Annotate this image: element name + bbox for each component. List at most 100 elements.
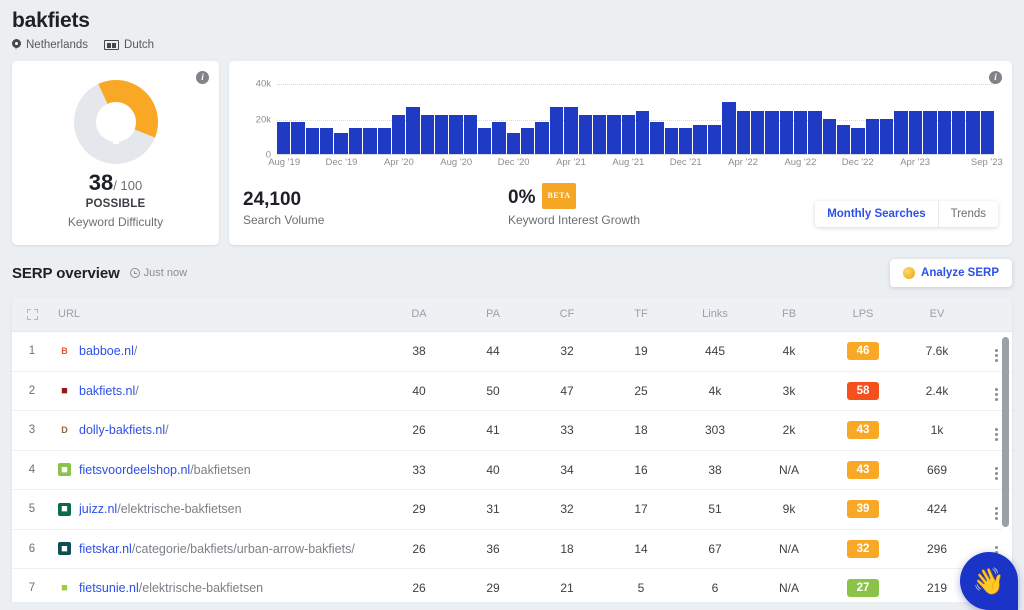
header-tf[interactable]: TF <box>604 297 678 332</box>
chart-bar[interactable] <box>291 122 304 154</box>
chart-bar[interactable] <box>808 111 821 154</box>
chart-bar[interactable] <box>909 111 922 154</box>
chart-bar[interactable] <box>363 128 376 154</box>
chart-bar[interactable] <box>952 111 965 154</box>
chart-bar[interactable] <box>334 133 347 154</box>
header-da[interactable]: DA <box>382 297 456 332</box>
url-link[interactable]: bakfiets.nl/ <box>79 384 139 398</box>
cell-url[interactable]: ■bakfiets.nl/ <box>52 371 382 411</box>
chart-bar[interactable] <box>392 115 405 154</box>
chart-bar[interactable] <box>708 125 721 154</box>
row-menu-icon[interactable] <box>995 507 998 520</box>
chart-bar[interactable] <box>938 111 951 154</box>
url-link[interactable]: juizz.nl/elektrische-bakfietsen <box>79 502 242 516</box>
cell-url[interactable]: Bbabboe.nl/ <box>52 332 382 372</box>
chart-bar[interactable] <box>923 111 936 154</box>
chart-bar[interactable] <box>579 115 592 154</box>
chart-bar[interactable] <box>406 107 419 154</box>
chart-bar[interactable] <box>851 128 864 154</box>
chart-bar[interactable] <box>780 111 793 154</box>
chart-bar[interactable] <box>306 128 319 154</box>
chart-bar[interactable] <box>435 115 448 154</box>
chart-bar[interactable] <box>550 107 563 154</box>
analyze-serp-button[interactable]: Analyze SERP <box>890 259 1012 287</box>
url-link[interactable]: dolly-bakfiets.nl/ <box>79 423 169 437</box>
chat-widget-button[interactable]: 👋 <box>960 552 1018 610</box>
url-link[interactable]: fietsunie.nl/elektrische-bakfietsen <box>79 581 263 595</box>
tab-monthly-searches[interactable]: Monthly Searches <box>815 201 937 227</box>
chart-bar[interactable] <box>679 128 692 154</box>
chart-bar[interactable] <box>636 111 649 154</box>
table-row[interactable]: 6■fietskar.nl/categorie/bakfiets/urban-a… <box>12 529 1012 569</box>
table-row[interactable]: 2■bakfiets.nl/405047254k3k582.4k <box>12 371 1012 411</box>
chart-bar[interactable] <box>837 125 850 154</box>
cell-cf: 18 <box>530 529 604 569</box>
chart-bar[interactable] <box>320 128 333 154</box>
header-ev[interactable]: EV <box>900 297 974 332</box>
chart-bar[interactable] <box>277 122 290 154</box>
table-row[interactable]: 3Ddolly-bakfiets.nl/264133183032k431k <box>12 411 1012 451</box>
header-pa[interactable]: PA <box>456 297 530 332</box>
table-row[interactable]: 4■fietsvoordeelshop.nl/bakfietsen3340341… <box>12 450 1012 490</box>
lps-badge: 46 <box>847 342 879 360</box>
table-scrollbar-thumb[interactable] <box>1002 337 1009 527</box>
cell-lps: 58 <box>826 371 900 411</box>
chart-bar[interactable] <box>421 115 434 154</box>
row-menu-icon[interactable] <box>995 388 998 401</box>
cell-url[interactable]: ■fietskar.nl/categorie/bakfiets/urban-ar… <box>52 529 382 569</box>
row-menu-icon[interactable] <box>995 428 998 441</box>
chart-bar[interactable] <box>981 111 994 154</box>
chart-bar[interactable] <box>751 111 764 154</box>
header-url[interactable]: URL <box>52 297 382 332</box>
header-links[interactable]: Links <box>678 297 752 332</box>
chart-bar[interactable] <box>722 102 735 154</box>
chart-bar[interactable] <box>693 125 706 154</box>
chart-bar[interactable] <box>894 111 907 154</box>
chart-bar[interactable] <box>880 119 893 154</box>
chart-bar[interactable] <box>622 115 635 154</box>
chart-bar[interactable] <box>794 111 807 154</box>
chart-bar[interactable] <box>665 128 678 154</box>
chart-bar[interactable] <box>478 128 491 154</box>
chart-bar[interactable] <box>607 115 620 154</box>
table-header-row: URL DA PA CF TF Links FB LPS EV <box>12 297 1012 332</box>
chart-bar[interactable] <box>737 111 750 154</box>
chart-bar[interactable] <box>966 111 979 154</box>
header-lps[interactable]: LPS <box>826 297 900 332</box>
chart-mode-toggle: Monthly Searches Trends <box>815 201 998 227</box>
chart-bar[interactable] <box>378 128 391 154</box>
url-link[interactable]: babboe.nl/ <box>79 344 137 358</box>
tab-trends[interactable]: Trends <box>938 201 998 227</box>
table-row[interactable]: 5■juizz.nl/elektrische-bakfietsen2931321… <box>12 490 1012 530</box>
lps-badge: 43 <box>847 461 879 479</box>
search-volume-label: Search Volume <box>243 213 508 227</box>
cell-da: 38 <box>382 332 456 372</box>
chart-bar[interactable] <box>507 133 520 154</box>
chart-bar[interactable] <box>765 111 778 154</box>
header-fb[interactable]: FB <box>752 297 826 332</box>
chart-bar[interactable] <box>349 128 362 154</box>
chart-bar[interactable] <box>866 119 879 154</box>
url-link[interactable]: fietskar.nl/categorie/bakfiets/urban-arr… <box>79 542 355 556</box>
row-menu-icon[interactable] <box>995 349 998 362</box>
chart-bar[interactable] <box>823 119 836 154</box>
info-icon[interactable]: i <box>196 71 209 84</box>
cell-url[interactable]: Ddolly-bakfiets.nl/ <box>52 411 382 451</box>
chart-bar[interactable] <box>593 115 606 154</box>
chart-bar[interactable] <box>449 115 462 154</box>
chart-bar[interactable] <box>521 128 534 154</box>
chart-bar[interactable] <box>492 122 505 154</box>
cell-lps: 39 <box>826 490 900 530</box>
chart-bar[interactable] <box>464 115 477 154</box>
cell-url[interactable]: ■juizz.nl/elektrische-bakfietsen <box>52 490 382 530</box>
expand-icon[interactable] <box>27 309 38 320</box>
url-link[interactable]: fietsvoordeelshop.nl/bakfietsen <box>79 463 251 477</box>
header-cf[interactable]: CF <box>530 297 604 332</box>
chart-bar[interactable] <box>535 122 548 154</box>
cell-cf: 47 <box>530 371 604 411</box>
chart-bar[interactable] <box>650 122 663 154</box>
row-menu-icon[interactable] <box>995 467 998 480</box>
table-row[interactable]: 1Bbabboe.nl/384432194454k467.6k <box>12 332 1012 372</box>
chart-bar[interactable] <box>564 107 577 154</box>
cell-url[interactable]: ■fietsvoordeelshop.nl/bakfietsen <box>52 450 382 490</box>
